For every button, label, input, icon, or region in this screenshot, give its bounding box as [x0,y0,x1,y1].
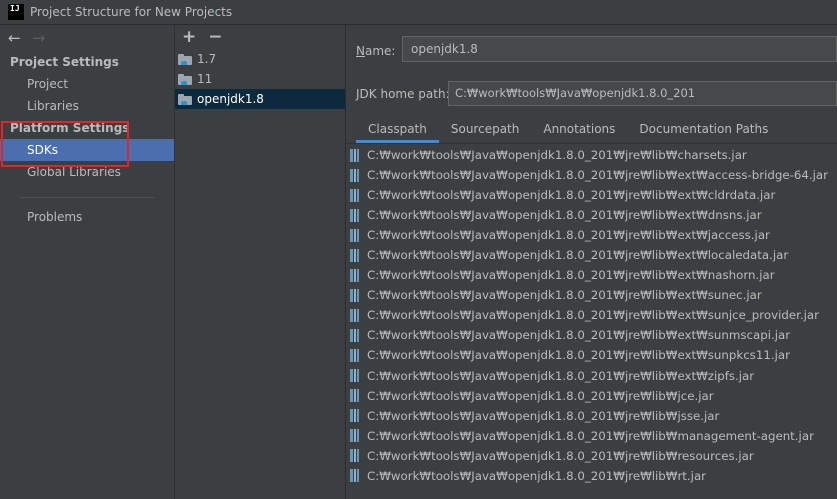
window-titlebar: IJ Project Structure for New Projects [0,0,837,25]
tab-documentation-paths[interactable]: Documentation Paths [627,118,780,142]
sidebar-divider [20,197,154,198]
classpath-path-label: C:₩work₩tools₩Java₩openjdk1.8.0_201₩jre₩… [367,348,790,363]
classpath-path-label: C:₩work₩tools₩Java₩openjdk1.8.0_201₩jre₩… [367,268,775,283]
sdk-folder-icon [178,53,192,65]
classpath-path-label: C:₩work₩tools₩Java₩openjdk1.8.0_201₩jre₩… [367,148,747,163]
sdk-item-label: 11 [197,72,213,86]
forward-arrow-icon[interactable]: → [33,29,46,47]
jar-file-icon [350,268,359,282]
classpath-row[interactable]: C:₩work₩tools₩Java₩openjdk1.8.0_201₩jre₩… [346,145,837,165]
classpath-row[interactable]: C:₩work₩tools₩Java₩openjdk1.8.0_201₩jre₩… [346,245,837,265]
detail-tabs: Classpath Sourcepath Annotations Documen… [356,118,780,143]
classpath-row[interactable]: C:₩work₩tools₩Java₩openjdk1.8.0_201₩jre₩… [346,165,837,185]
window-title: Project Structure for New Projects [30,5,233,19]
classpath-row[interactable]: C:₩work₩tools₩Java₩openjdk1.8.0_201₩jre₩… [346,426,837,446]
classpath-list: C:₩work₩tools₩Java₩openjdk1.8.0_201₩jre₩… [346,145,837,486]
jar-file-icon [350,208,359,222]
sdk-toolbar: + − [175,25,345,49]
classpath-row[interactable]: C:₩work₩tools₩Java₩openjdk1.8.0_201₩jre₩… [346,285,837,305]
classpath-path-label: C:₩work₩tools₩Java₩openjdk1.8.0_201₩jre₩… [367,368,755,383]
tab-classpath[interactable]: Classpath [356,118,439,143]
classpath-path-label: C:₩work₩tools₩Java₩openjdk1.8.0_201₩jre₩… [367,228,770,243]
classpath-row[interactable]: C:₩work₩tools₩Java₩openjdk1.8.0_201₩jre₩… [346,406,837,426]
jar-file-icon [350,389,359,403]
classpath-path-label: C:₩work₩tools₩Java₩openjdk1.8.0_201₩jre₩… [367,208,762,223]
back-arrow-icon[interactable]: ← [8,29,21,47]
classpath-path-label: C:₩work₩tools₩Java₩openjdk1.8.0_201₩jre₩… [367,388,714,403]
sidebar-item-libraries[interactable]: Libraries [0,95,174,117]
classpath-row[interactable]: C:₩work₩tools₩Java₩openjdk1.8.0_201₩jre₩… [346,305,837,325]
classpath-path-label: C:₩work₩tools₩Java₩openjdk1.8.0_201₩jre₩… [367,408,720,423]
jar-file-icon [350,449,359,463]
sdk-list-item[interactable]: 11 [175,69,345,89]
jar-file-icon [350,369,359,383]
project-settings-header: Project Settings [10,55,119,69]
jdk-home-path-field[interactable]: C:₩work₩tools₩Java₩openjdk1.8.0_201 [448,81,837,106]
classpath-path-label: C:₩work₩tools₩Java₩openjdk1.8.0_201₩jre₩… [367,288,762,303]
settings-sidebar: ← → Project Settings Project Libraries P… [0,25,175,499]
platform-settings-highlight-box [1,121,129,167]
remove-sdk-button[interactable]: − [208,27,222,47]
classpath-row[interactable]: C:₩work₩tools₩Java₩openjdk1.8.0_201₩jre₩… [346,345,837,365]
jar-file-icon [350,248,359,262]
jar-file-icon [350,429,359,443]
jar-file-icon [350,348,359,362]
sdk-item-label: openjdk1.8 [197,92,264,106]
tab-annotations[interactable]: Annotations [531,118,627,142]
classpath-row[interactable]: C:₩work₩tools₩Java₩openjdk1.8.0_201₩jre₩… [346,265,837,285]
sdk-folder-icon [178,73,192,85]
sdk-name-field[interactable]: openjdk1.8 [402,36,837,62]
sdk-detail-panel: Name: openjdk1.8 JDK home path: C:₩work₩… [346,25,837,499]
jar-file-icon [350,148,359,162]
classpath-path-label: C:₩work₩tools₩Java₩openjdk1.8.0_201₩jre₩… [367,468,707,483]
jdk-home-path-label: JDK home path: [356,87,450,101]
jar-file-icon [350,409,359,423]
classpath-row[interactable]: C:₩work₩tools₩Java₩openjdk1.8.0_201₩jre₩… [346,466,837,486]
jar-file-icon [350,328,359,342]
sdk-folder-icon [178,93,192,105]
classpath-row[interactable]: C:₩work₩tools₩Java₩openjdk1.8.0_201₩jre₩… [346,225,837,245]
nav-arrows: ← → [0,25,174,51]
classpath-path-label: C:₩work₩tools₩Java₩openjdk1.8.0_201₩jre₩… [367,308,819,323]
jar-file-icon [350,308,359,322]
classpath-row[interactable]: C:₩work₩tools₩Java₩openjdk1.8.0_201₩jre₩… [346,366,837,386]
sdk-list-item[interactable]: openjdk1.8 [175,89,345,109]
classpath-row[interactable]: C:₩work₩tools₩Java₩openjdk1.8.0_201₩jre₩… [346,205,837,225]
classpath-path-label: C:₩work₩tools₩Java₩openjdk1.8.0_201₩jre₩… [367,448,754,463]
tabs-divider [346,143,837,144]
classpath-path-label: C:₩work₩tools₩Java₩openjdk1.8.0_201₩jre₩… [367,168,829,183]
classpath-row[interactable]: C:₩work₩tools₩Java₩openjdk1.8.0_201₩jre₩… [346,446,837,466]
jar-file-icon [350,188,359,202]
classpath-path-label: C:₩work₩tools₩Java₩openjdk1.8.0_201₩jre₩… [367,428,814,443]
classpath-row[interactable]: C:₩work₩tools₩Java₩openjdk1.8.0_201₩jre₩… [346,185,837,205]
classpath-path-label: C:₩work₩tools₩Java₩openjdk1.8.0_201₩jre₩… [367,188,776,203]
sidebar-item-problems[interactable]: Problems [0,206,174,228]
sidebar-item-project[interactable]: Project [0,73,174,95]
classpath-path-label: C:₩work₩tools₩Java₩openjdk1.8.0_201₩jre₩… [367,248,789,263]
jar-file-icon [350,469,359,483]
jar-file-icon [350,228,359,242]
sdk-item-label: 1.7 [197,52,217,66]
name-label: Name: [356,44,396,58]
sdk-list-item[interactable]: 1.7 [175,49,345,69]
sdk-list-panel: + − 1.7 11 openjdk1.8 [175,25,346,499]
jar-file-icon [350,168,359,182]
classpath-row[interactable]: C:₩work₩tools₩Java₩openjdk1.8.0_201₩jre₩… [346,325,837,345]
classpath-path-label: C:₩work₩tools₩Java₩openjdk1.8.0_201₩jre₩… [367,328,791,343]
jar-file-icon [350,288,359,302]
intellij-logo-icon: IJ [8,4,24,20]
add-sdk-button[interactable]: + [182,27,196,47]
classpath-row[interactable]: C:₩work₩tools₩Java₩openjdk1.8.0_201₩jre₩… [346,386,837,406]
tab-sourcepath[interactable]: Sourcepath [439,118,532,142]
